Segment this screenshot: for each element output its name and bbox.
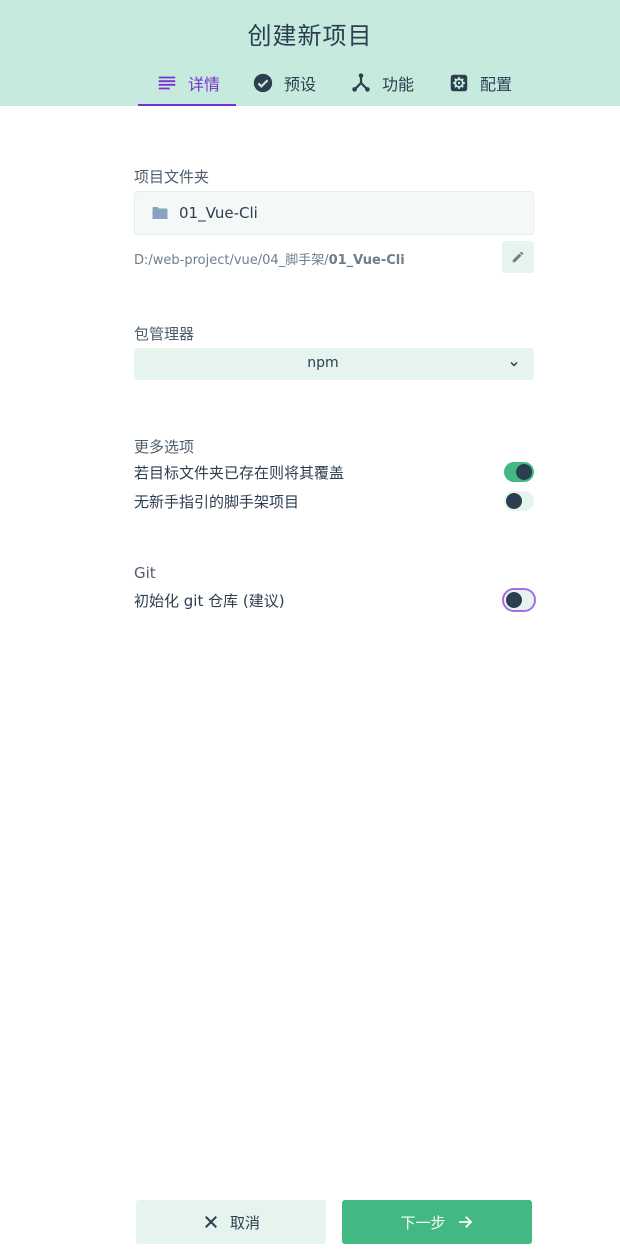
- cancel-button[interactable]: 取消: [136, 1200, 326, 1244]
- toggle-knob: [516, 464, 532, 480]
- toggle-knob: [506, 592, 522, 608]
- project-path: D:/web-project/vue/04_脚手架/01_Vue-Cli: [134, 249, 405, 268]
- edit-path-button[interactable]: [502, 241, 534, 273]
- tab-config[interactable]: 配置: [448, 60, 512, 106]
- tab-label: 预设: [284, 75, 317, 94]
- page-title: 创建新项目: [247, 22, 373, 50]
- check-circle-icon: [253, 73, 273, 93]
- no-guide-toggle[interactable]: [504, 491, 534, 511]
- project-path-name: 01_Vue-Cli: [328, 253, 405, 268]
- overwrite-toggle[interactable]: [504, 462, 534, 482]
- package-manager-select[interactable]: npm: [134, 348, 534, 380]
- tab-label: 配置: [480, 75, 513, 94]
- package-manager-value: npm: [307, 355, 339, 371]
- git-init-toggle[interactable]: [502, 588, 536, 612]
- project-folder-label: 项目文件夹: [134, 168, 210, 186]
- git-label: Git: [134, 564, 156, 582]
- merge-type-icon: [352, 73, 370, 92]
- next-button[interactable]: 下一步: [342, 1200, 532, 1244]
- option-overwrite: 若目标文件夹已存在则将其覆盖: [134, 460, 536, 484]
- tab-bar: 详情 预设 功能 配置: [0, 60, 620, 106]
- option-label: 无新手指引的脚手架项目: [134, 493, 300, 511]
- folder-icon: [152, 207, 168, 219]
- tab-presets[interactable]: 预设: [252, 60, 316, 106]
- tab-details[interactable]: 详情: [138, 60, 236, 106]
- pencil-icon: [512, 251, 524, 263]
- more-options-label: 更多选项: [134, 438, 195, 456]
- project-folder-value: 01_Vue-Cli: [179, 204, 258, 222]
- header: 创建新项目 详情 预设 功能 配置: [0, 0, 620, 106]
- option-git-init: 初始化 git 仓库 (建议): [134, 588, 536, 612]
- package-manager-label: 包管理器: [134, 325, 195, 343]
- cancel-label: 取消: [229, 1213, 260, 1232]
- project-folder-input[interactable]: 01_Vue-Cli: [134, 191, 534, 235]
- arrow-right-icon: [458, 1216, 472, 1228]
- list-icon: [158, 76, 176, 90]
- tab-features[interactable]: 功能: [350, 60, 414, 106]
- project-path-prefix: D:/web-project/vue/04_脚手架/: [134, 253, 329, 268]
- option-label: 初始化 git 仓库 (建议): [134, 592, 285, 610]
- tab-label: 详情: [188, 75, 221, 94]
- settings-icon: [450, 74, 468, 92]
- option-label: 若目标文件夹已存在则将其覆盖: [134, 464, 345, 482]
- chevron-down-icon: [510, 361, 518, 367]
- toggle-knob: [506, 493, 522, 509]
- tab-label: 功能: [382, 75, 415, 94]
- next-label: 下一步: [400, 1213, 446, 1232]
- close-icon: [205, 1216, 217, 1228]
- option-no-guide: 无新手指引的脚手架项目: [134, 489, 536, 513]
